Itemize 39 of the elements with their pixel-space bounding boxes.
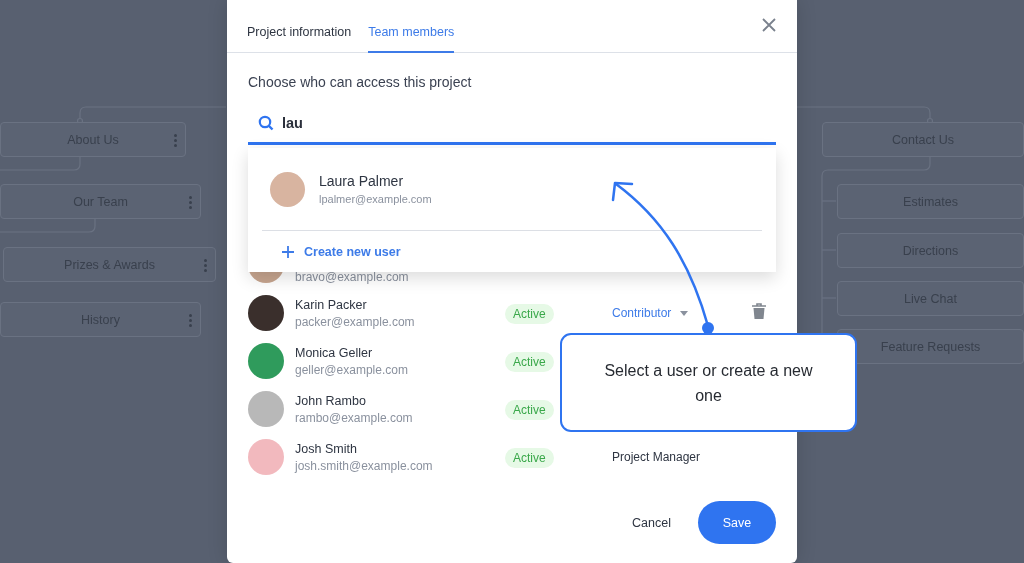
user-email: lpalmer@example.com — [319, 193, 432, 206]
avatar-placeholder — [248, 391, 284, 427]
member-email: josh.smith@example.com — [295, 458, 434, 473]
user-name: Laura Palmer — [319, 173, 405, 190]
member-name: John Rambo — [295, 393, 367, 408]
more-icon[interactable] — [204, 259, 207, 272]
avatar-placeholder — [270, 171, 305, 207]
member-email: packer@example.com — [295, 314, 416, 329]
status-badge: Active — [505, 352, 554, 372]
status-badge: Active — [505, 448, 554, 468]
tab[interactable]: Team members — [368, 25, 455, 53]
callout-tooltip: Select a user or create a new one — [560, 333, 857, 432]
more-icon[interactable] — [174, 134, 177, 147]
role-dropdown[interactable]: Contributor — [612, 306, 689, 320]
status-badge: Active — [505, 304, 554, 324]
trash-icon[interactable] — [752, 303, 766, 319]
tab[interactable]: Project information — [247, 25, 352, 53]
member-email: rambo@example.com — [295, 410, 414, 425]
status-badge: Active — [505, 400, 554, 420]
search-icon — [258, 114, 274, 131]
cancel-button[interactable]: Cancel — [626, 514, 677, 531]
member-name: Monica Geller — [295, 345, 374, 360]
avatar-placeholder — [248, 439, 284, 475]
member-name: Karin Packer — [295, 297, 368, 312]
member-email: bravo@example.com — [295, 270, 410, 284]
create-user-link[interactable]: Create new user — [262, 231, 407, 272]
save-button[interactable]: Save — [698, 501, 776, 544]
caret-icon — [680, 310, 689, 316]
close-icon[interactable] — [761, 17, 777, 33]
member-role: Project Manager — [612, 450, 701, 464]
member-name: Josh Smith — [295, 441, 358, 456]
avatar-placeholder — [248, 295, 284, 331]
more-icon[interactable] — [189, 196, 192, 209]
more-icon[interactable] — [189, 314, 192, 327]
access-prompt: Choose who can access this project — [248, 74, 473, 90]
member-email: geller@example.com — [295, 362, 409, 377]
avatar-placeholder — [248, 343, 284, 379]
plus-icon — [282, 245, 294, 258]
suggestion-item[interactable]: Laura Palmer lpalmer@example.com — [262, 148, 762, 232]
